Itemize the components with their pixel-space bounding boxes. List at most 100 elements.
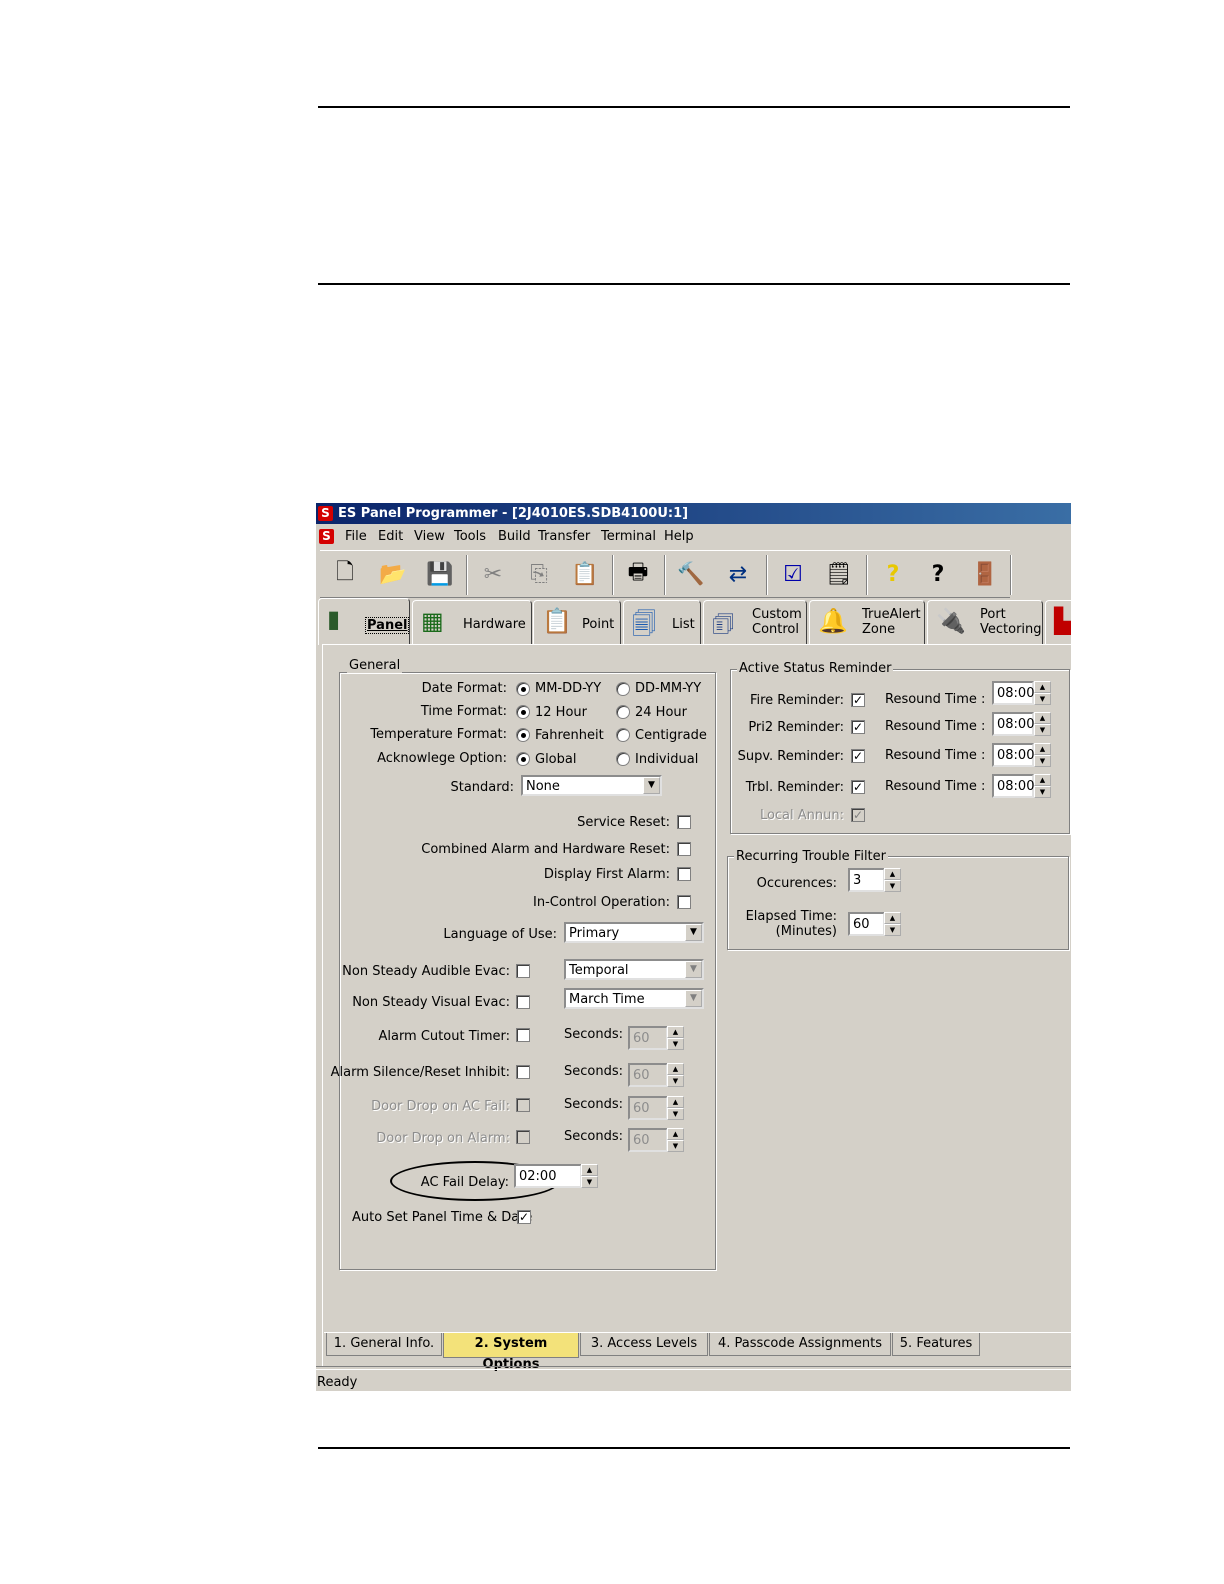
alarm-cutout-spinner[interactable]: ▲ ▼ [667, 1026, 684, 1050]
alarm-cutout-checkbox[interactable] [516, 1028, 530, 1042]
tab-system-options[interactable]: 2. System Options [443, 1333, 579, 1372]
spin-up-icon[interactable]: ▲ [1034, 743, 1051, 755]
spin-up-icon[interactable]: ▲ [667, 1128, 684, 1140]
service-reset-checkbox[interactable] [677, 815, 691, 829]
spin-up-icon[interactable]: ▲ [1034, 681, 1051, 693]
menu-tools[interactable]: Tools [454, 529, 486, 544]
supv-reminder-checkbox[interactable]: ✓ [851, 749, 865, 763]
door-drop-alarm-checkbox[interactable] [516, 1130, 530, 1144]
pri2-resound-spinner[interactable]: ▲ ▼ [1034, 712, 1051, 736]
spin-up-icon[interactable]: ▲ [667, 1096, 684, 1108]
radio-24-hour[interactable] [616, 705, 630, 719]
tab-list[interactable]: 🗐 List [623, 600, 701, 644]
spin-down-icon[interactable]: ▼ [884, 880, 901, 892]
language-dropdown[interactable]: Primary ▼ [564, 922, 704, 943]
silence-inhibit-spinner[interactable]: ▲ ▼ [667, 1063, 684, 1087]
tab-access-levels[interactable]: 3. Access Levels [580, 1333, 708, 1356]
help-question-icon[interactable]: ? [876, 557, 910, 591]
build-hammer-icon[interactable]: 🔨 [674, 557, 708, 591]
elapsed-time-spinner[interactable]: ▲ ▼ [884, 912, 901, 936]
spin-down-icon[interactable]: ▼ [667, 1108, 684, 1120]
menu-build[interactable]: Build [498, 529, 531, 544]
spin-up-icon[interactable]: ▲ [1034, 774, 1051, 786]
spin-down-icon[interactable]: ▼ [667, 1038, 684, 1050]
menu-terminal[interactable]: Terminal [601, 529, 656, 544]
open-folder-icon[interactable]: 📂 [376, 557, 410, 591]
copy-icon[interactable]: ⎘ [522, 557, 556, 591]
spin-down-icon[interactable]: ▼ [667, 1140, 684, 1152]
save-disk-icon[interactable]: 💾 [423, 557, 457, 591]
supv-resound-spinner[interactable]: ▲ ▼ [1034, 743, 1051, 767]
spin-up-icon[interactable]: ▲ [1034, 712, 1051, 724]
spin-down-icon[interactable]: ▼ [884, 924, 901, 936]
spin-up-icon[interactable]: ▲ [667, 1063, 684, 1075]
spin-up-icon[interactable]: ▲ [667, 1026, 684, 1038]
trbl-reminder-checkbox[interactable]: ✓ [851, 780, 865, 794]
menu-edit[interactable]: Edit [378, 529, 403, 544]
spin-down-icon[interactable]: ▼ [667, 1075, 684, 1087]
spin-down-icon[interactable]: ▼ [1034, 693, 1051, 705]
tab-custom-control[interactable]: 🗊 Custom Control [703, 600, 807, 644]
print-icon[interactable]: 🖶 [621, 557, 655, 591]
checklist-icon[interactable]: ☑ [776, 557, 810, 591]
chevron-down-icon[interactable]: ▼ [685, 924, 702, 941]
notes-icon[interactable]: 🗒 [822, 557, 856, 591]
pri2-resound-input[interactable]: 08:00 [992, 712, 1034, 736]
spin-up-icon[interactable]: ▲ [884, 912, 901, 924]
combined-reset-checkbox[interactable] [677, 842, 691, 856]
radio-fahrenheit[interactable] [516, 728, 530, 742]
spin-down-icon[interactable]: ▼ [1034, 786, 1051, 798]
alarm-cutout-seconds-input[interactable]: 60 [628, 1026, 668, 1050]
in-control-operation-checkbox[interactable] [677, 895, 691, 909]
tab-hardware[interactable]: ▦ Hardware [412, 600, 532, 644]
radio-dd-mm-yy[interactable] [616, 682, 630, 696]
display-first-alarm-checkbox[interactable] [677, 867, 691, 881]
standard-dropdown[interactable]: None ▼ [521, 775, 662, 796]
audible-evac-dropdown[interactable]: Temporal ▼ [564, 959, 704, 980]
tab-general-info[interactable]: 1. General Info. [326, 1333, 442, 1356]
elapsed-time-input[interactable]: 60 [848, 912, 885, 936]
tab-port-vectoring[interactable]: 🔌 Port Vectoring [927, 600, 1043, 644]
radio-12-hour[interactable] [516, 705, 530, 719]
door-drop-alarm-spinner[interactable]: ▲ ▼ [667, 1128, 684, 1152]
radio-centigrade[interactable] [616, 728, 630, 742]
chevron-down-icon[interactable]: ▼ [685, 961, 702, 978]
cut-scissors-icon[interactable]: ✂ [476, 557, 510, 591]
radio-mm-dd-yy[interactable] [516, 682, 530, 696]
tab-point[interactable]: 📋 Point [533, 600, 621, 644]
radio-global[interactable] [516, 752, 530, 766]
spin-down-icon[interactable]: ▼ [581, 1176, 598, 1188]
trbl-resound-input[interactable]: 08:00 [992, 774, 1034, 798]
spin-down-icon[interactable]: ▼ [1034, 724, 1051, 736]
menu-transfer[interactable]: Transfer [538, 529, 590, 544]
tab-more[interactable]: ▙ [1045, 600, 1071, 644]
door-drop-ac-spinner[interactable]: ▲ ▼ [667, 1096, 684, 1120]
new-document-icon[interactable]: 🗋 [328, 557, 362, 591]
visual-evac-dropdown[interactable]: March Time ▼ [564, 988, 704, 1009]
pri2-reminder-checkbox[interactable]: ✓ [851, 720, 865, 734]
ac-fail-delay-input[interactable]: 02:00 [514, 1164, 582, 1188]
spin-down-icon[interactable]: ▼ [1034, 755, 1051, 767]
menu-file[interactable]: File [345, 529, 367, 544]
chevron-down-icon[interactable]: ▼ [685, 990, 702, 1007]
tab-truealert-zone[interactable]: 🔔 TrueAlert Zone [809, 600, 925, 644]
auto-set-time-checkbox[interactable]: ✓ [517, 1210, 531, 1224]
fire-resound-spinner[interactable]: ▲ ▼ [1034, 681, 1051, 705]
visual-evac-checkbox[interactable] [516, 995, 530, 1009]
audible-evac-checkbox[interactable] [516, 964, 530, 978]
paste-icon[interactable]: 📋 [568, 557, 602, 591]
transfer-icon[interactable]: ⇄ [721, 557, 755, 591]
exit-door-icon[interactable]: 🚪 [968, 557, 1002, 591]
fire-resound-input[interactable]: 08:00 [992, 681, 1034, 705]
silence-inhibit-checkbox[interactable] [516, 1065, 530, 1079]
door-drop-alarm-seconds-input[interactable]: 60 [628, 1128, 668, 1152]
spin-up-icon[interactable]: ▲ [581, 1164, 598, 1176]
menu-view[interactable]: View [414, 529, 445, 544]
radio-individual[interactable] [616, 752, 630, 766]
doc-logo-icon[interactable]: S [319, 529, 334, 544]
chevron-down-icon[interactable]: ▼ [643, 777, 660, 794]
silence-inhibit-seconds-input[interactable]: 60 [628, 1063, 668, 1087]
trbl-resound-spinner[interactable]: ▲ ▼ [1034, 774, 1051, 798]
fire-reminder-checkbox[interactable]: ✓ [851, 693, 865, 707]
spin-up-icon[interactable]: ▲ [884, 868, 901, 880]
